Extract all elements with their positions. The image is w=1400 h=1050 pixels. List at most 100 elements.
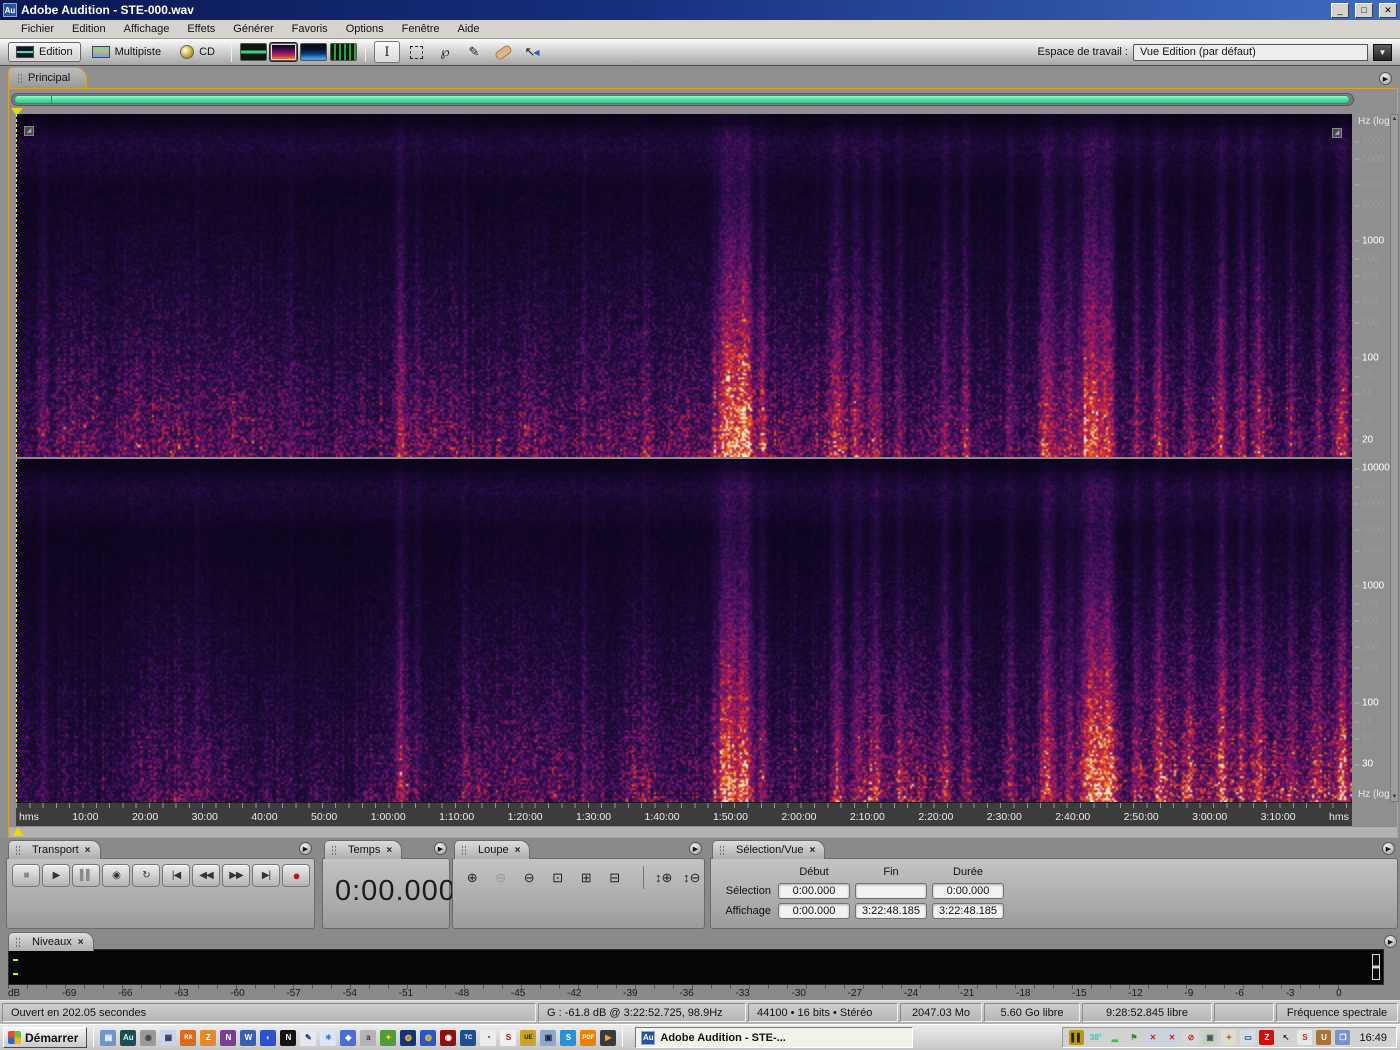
close-button[interactable]: ✕: [1379, 2, 1397, 18]
transport-close-icon[interactable]: ×: [85, 845, 91, 856]
quicklaunch-media-player-classic-icon[interactable]: ◉: [140, 1029, 157, 1046]
quicklaunch-star-tool-icon[interactable]: ✳: [320, 1029, 337, 1046]
zoom-out-horizontal-button[interactable]: ⊖: [489, 866, 514, 889]
niveaux-close-icon[interactable]: ×: [78, 937, 84, 948]
level-meter[interactable]: [8, 949, 1384, 985]
quicklaunch-green-tool-icon[interactable]: ✦: [380, 1029, 397, 1046]
edition-view-button[interactable]: Edition: [8, 42, 81, 62]
spectral-phase-display-button[interactable]: [330, 43, 357, 61]
playhead-bottom-marker[interactable]: [12, 821, 24, 836]
go-to-end-button[interactable]: ▶|: [252, 864, 280, 887]
tray-temperature-readout[interactable]: 38°: [1088, 1030, 1103, 1045]
time-selection-tool[interactable]: Ι: [374, 41, 400, 63]
waveform-display-button[interactable]: [240, 43, 267, 61]
selection-duree-field[interactable]: 0:00.000: [932, 882, 1004, 899]
tray-jug-icon[interactable]: U: [1316, 1030, 1332, 1045]
tray-network-disabled-icon-2[interactable]: ✕: [1164, 1030, 1180, 1045]
tray-minimized-app-icon[interactable]: ▂: [1107, 1030, 1122, 1045]
frequency-ruler-right-channel[interactable]: 10000 7000 5000 3000 2000 1000 700 500 300 200 100…: [1354, 459, 1390, 802]
spectrogram-left-channel[interactable]: [16, 114, 1352, 457]
selection-fin-field[interactable]: [855, 882, 927, 899]
transport-panel-tab[interactable]: Transport ×: [8, 840, 101, 859]
scroll-up-arrow[interactable]: ▲: [1391, 116, 1398, 122]
menu-generer[interactable]: Générer: [224, 21, 282, 37]
horizontal-scrollbar-thumb[interactable]: [14, 95, 1350, 104]
clip-indicator[interactable]: [1372, 954, 1380, 980]
transport-menu-button[interactable]: ▶: [299, 842, 312, 855]
affichage-duree-field[interactable]: 3:22:48.185: [932, 902, 1004, 919]
left-channel-corner-icon[interactable]: ◢: [24, 126, 34, 136]
tray-pause-icon[interactable]: ▌▌: [1069, 1030, 1085, 1045]
menu-edition[interactable]: Edition: [63, 21, 115, 37]
tray-network-disabled-icon-1[interactable]: ✕: [1145, 1030, 1161, 1045]
quicklaunch-diamond-app-icon[interactable]: ◆: [340, 1029, 357, 1046]
go-to-beginning-button[interactable]: |◀: [162, 864, 190, 887]
quicklaunch-eye-icon[interactable]: ◉: [440, 1029, 457, 1046]
selection-debut-field[interactable]: 0:00.000: [778, 882, 850, 899]
quicklaunch-calculator-icon[interactable]: ▦: [160, 1029, 177, 1046]
tray-disk-icon[interactable]: ▣: [1202, 1030, 1218, 1045]
quicklaunch-skype-icon[interactable]: S: [560, 1029, 577, 1046]
quicklaunch-rx-icon[interactable]: RX: [180, 1029, 197, 1046]
minimize-button[interactable]: _: [1331, 2, 1349, 18]
quicklaunch-globe-dark-icon[interactable]: ◍: [400, 1029, 417, 1046]
effects-paintbrush-tool[interactable]: ✎: [461, 41, 487, 63]
quicklaunch-sbp-icon[interactable]: S: [500, 1029, 517, 1046]
menu-options[interactable]: Options: [337, 21, 393, 37]
rewind-button[interactable]: ◀◀: [192, 864, 220, 887]
tray-app-icon[interactable]: ❒: [1335, 1030, 1351, 1045]
loupe-panel-tab[interactable]: Loupe ×: [454, 840, 531, 859]
tray-flag-icon[interactable]: ⚑: [1126, 1030, 1141, 1045]
quicklaunch-orange-app-icon[interactable]: Z: [200, 1029, 217, 1046]
spectrogram-right-channel[interactable]: [16, 459, 1352, 802]
record-button[interactable]: ●: [282, 864, 310, 887]
quicklaunch-ultraedit-icon[interactable]: UE: [520, 1029, 537, 1046]
quicklaunch-image-viewer-icon[interactable]: N: [280, 1029, 297, 1046]
selection-vue-panel-tab[interactable]: Sélection/Vue ×: [712, 840, 826, 859]
temps-panel-tab[interactable]: Temps ×: [324, 840, 403, 859]
selection-vue-menu-button[interactable]: ▶: [1382, 842, 1395, 855]
play-from-cursor-button[interactable]: ◉: [102, 864, 130, 887]
task-button-audition[interactable]: Au Adobe Audition - STE-...: [635, 1027, 914, 1048]
workspace-dropdown-arrow[interactable]: ▼: [1373, 43, 1392, 61]
selection-vue-close-icon[interactable]: ×: [809, 845, 815, 856]
scrub-tool[interactable]: ↖: [519, 41, 545, 63]
stop-button[interactable]: ■: [12, 864, 40, 887]
tray-cleaner-icon[interactable]: ✦: [1221, 1030, 1237, 1045]
quicklaunch-pdf-icon[interactable]: PDF: [580, 1029, 597, 1046]
zoom-out-full-button[interactable]: ⊖: [517, 866, 542, 889]
loupe-close-icon[interactable]: ×: [515, 845, 521, 856]
quicklaunch-pen-tool-icon[interactable]: ✎: [300, 1029, 317, 1046]
pause-button[interactable]: ▌▌: [72, 864, 100, 887]
quicklaunch-gray-a-icon[interactable]: a: [360, 1029, 377, 1046]
quicklaunch-planet-icon[interactable]: ◐: [260, 1029, 277, 1046]
horizontal-scrollbar[interactable]: [11, 93, 1354, 106]
quicklaunch-compass-icon[interactable]: ◔: [480, 1029, 497, 1046]
niveaux-panel-tab[interactable]: Niveaux ×: [8, 932, 94, 951]
zoom-in-horizontal-button[interactable]: ⊕: [460, 866, 485, 889]
menu-favoris[interactable]: Favoris: [283, 21, 337, 37]
marquee-selection-tool[interactable]: [403, 41, 429, 63]
loupe-menu-button[interactable]: ▶: [689, 842, 702, 855]
maximize-button[interactable]: □: [1355, 2, 1373, 18]
start-button[interactable]: Démarrer: [3, 1027, 88, 1048]
vertical-scrollbar[interactable]: ▲ ▼: [1390, 114, 1399, 802]
tray-firewall-icon[interactable]: S: [1297, 1030, 1313, 1045]
cd-view-button[interactable]: CD: [172, 42, 223, 62]
tray-cursor-icon[interactable]: ↖: [1278, 1030, 1293, 1045]
play-button[interactable]: ▶: [42, 864, 70, 887]
affichage-fin-field[interactable]: 3:22:48.185: [855, 902, 927, 919]
quicklaunch-pc-icon[interactable]: ▣: [540, 1029, 557, 1046]
time-ruler[interactable]: hms 10:00 20:00 30:00 40:00 50:00 1:00:00 1:10:…: [16, 802, 1352, 826]
temps-close-icon[interactable]: ×: [386, 845, 392, 856]
vertical-zoom-out-button[interactable]: ↕⊖: [680, 866, 705, 889]
quicklaunch-media-center-icon[interactable]: ▶: [600, 1029, 617, 1046]
tab-principal[interactable]: Principal: [8, 67, 88, 88]
menu-fichier[interactable]: Fichier: [12, 21, 63, 37]
quicklaunch-show-desktop-icon[interactable]: ▤: [100, 1029, 117, 1046]
spectrogram-display[interactable]: ◢ ◢: [16, 114, 1352, 802]
frequency-ruler-left-channel[interactable]: 7000 5000 3000 2000 1000 700 500 300 200 100 70 50 3…: [1354, 114, 1389, 457]
quicklaunch-total-commander-icon[interactable]: TC: [460, 1029, 477, 1046]
tray-modem-icon[interactable]: ▭: [1240, 1030, 1256, 1045]
tray-lightning-icon[interactable]: Z: [1259, 1030, 1275, 1045]
